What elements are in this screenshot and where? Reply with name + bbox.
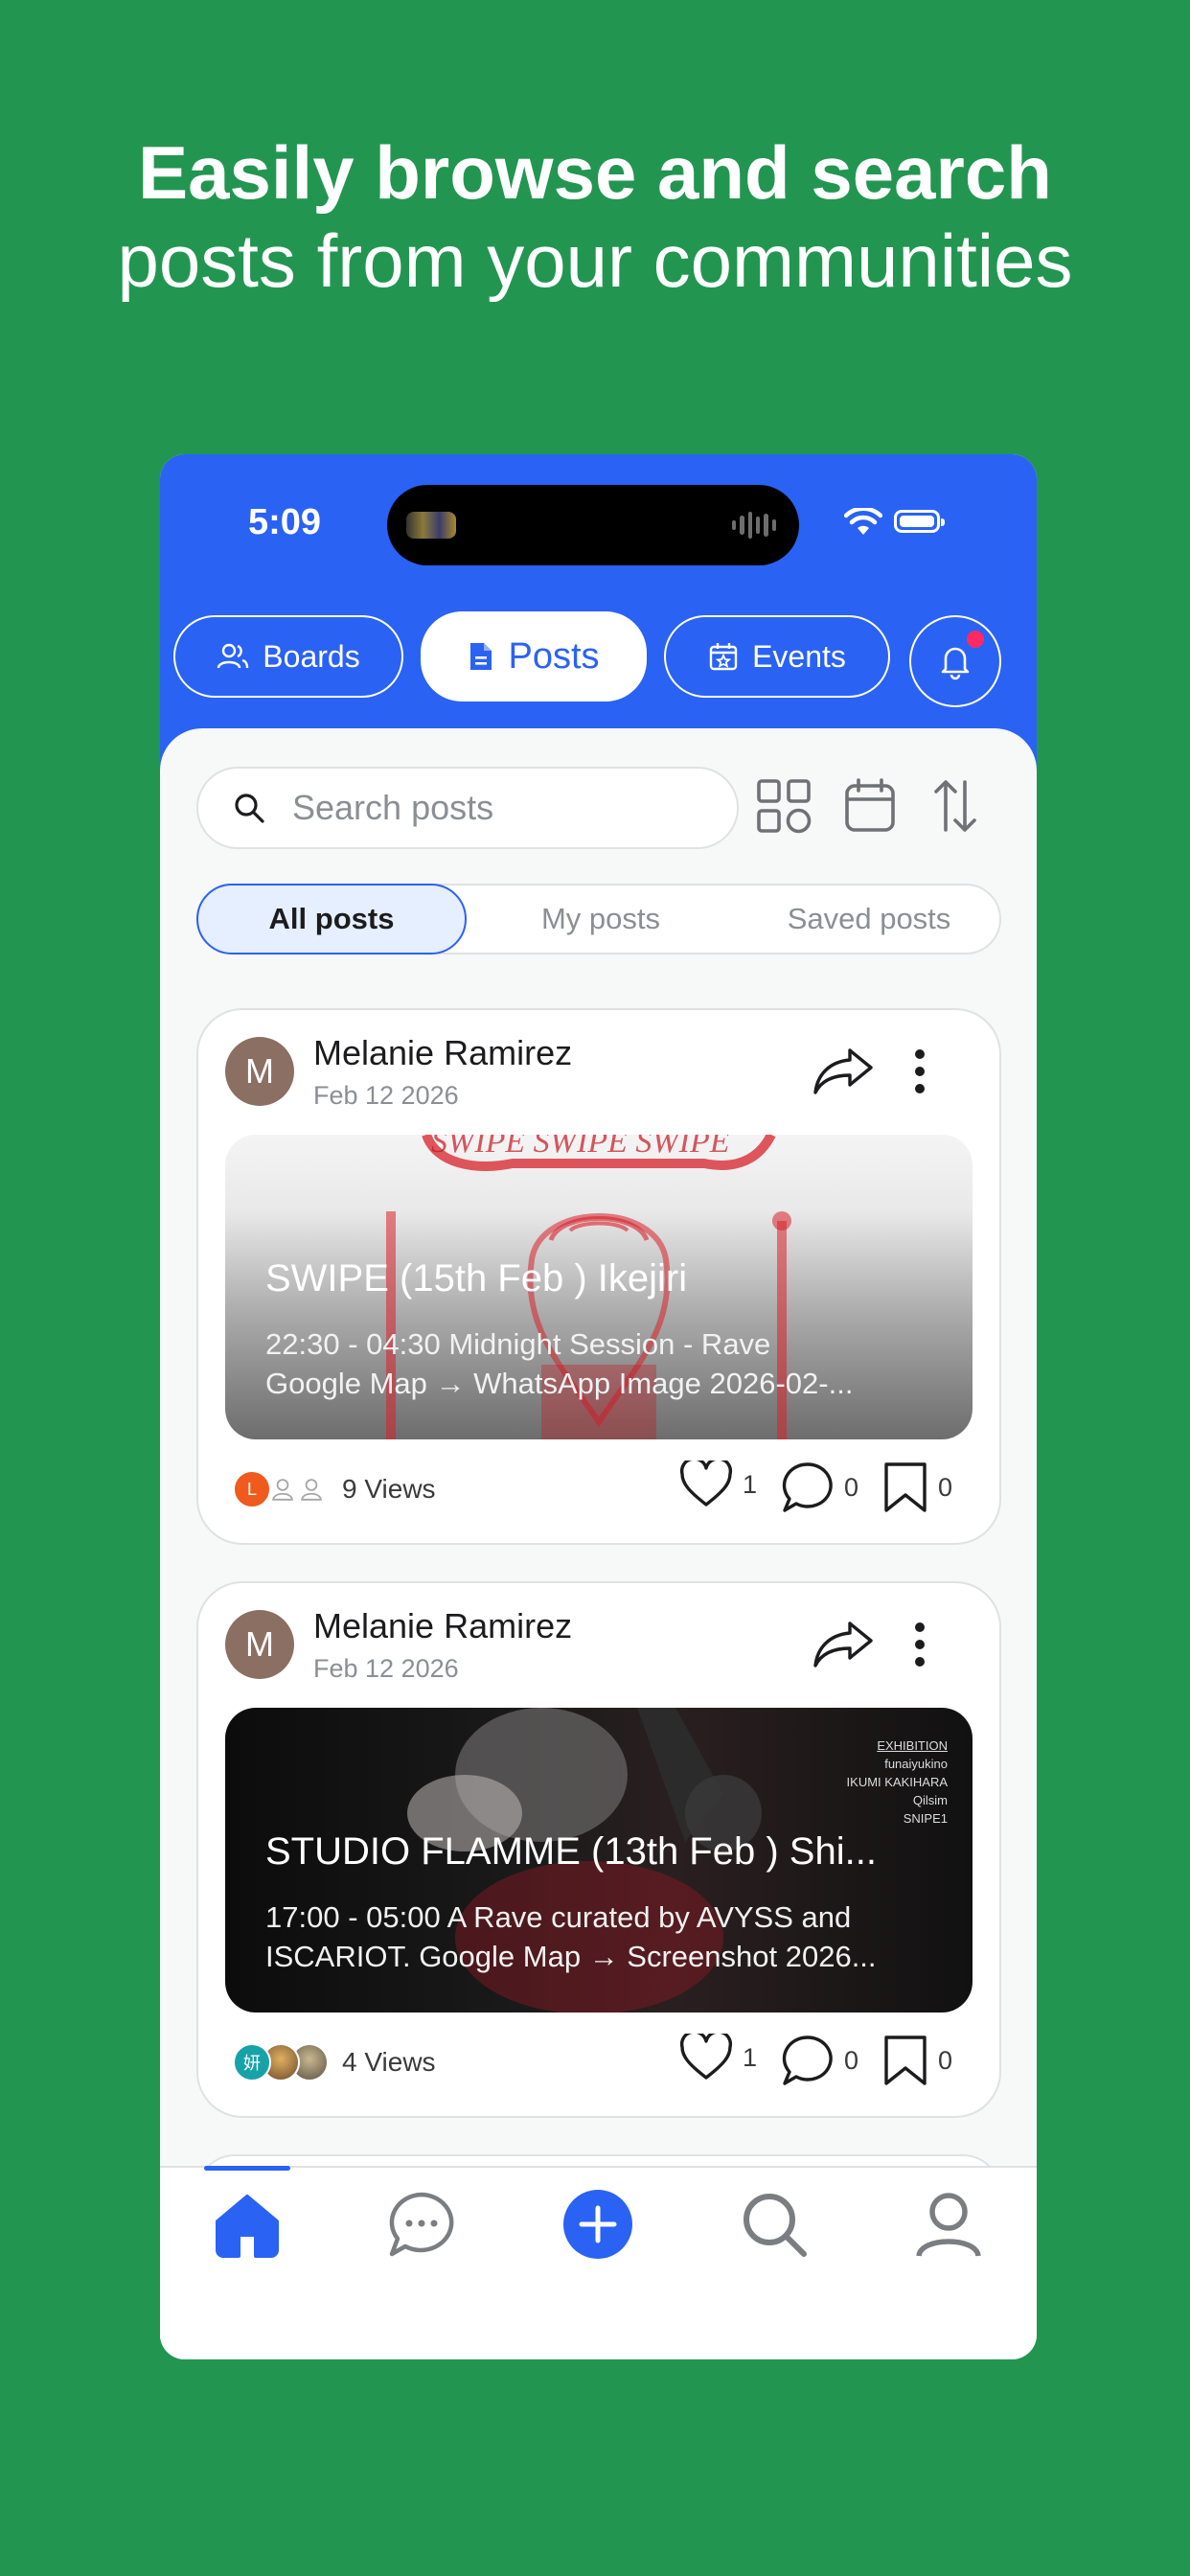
post-description-line-2: ISCARIOT. Google Map → Screenshot 2026..… bbox=[265, 1940, 877, 1973]
viewer-avatars[interactable]: L bbox=[233, 1470, 338, 1508]
post-description-line-1: 22:30 - 04:30 Midnight Session - Rave bbox=[265, 1327, 771, 1361]
filter-saved-posts[interactable]: Saved posts bbox=[735, 886, 1003, 953]
calendar-star-icon bbox=[709, 643, 738, 671]
battery-icon bbox=[894, 510, 945, 533]
tab-boards-label: Boards bbox=[263, 638, 360, 674]
sort-icon[interactable] bbox=[932, 778, 978, 834]
headline-line-2: posts from your communities bbox=[117, 218, 1073, 303]
tab-posts-label: Posts bbox=[508, 635, 600, 677]
document-icon bbox=[470, 643, 492, 670]
like-count: 1 bbox=[743, 2042, 758, 2072]
post-card[interactable]: M Melanie Ramirez Feb 12 2026 SWIPE SWIP… bbox=[196, 1008, 1001, 1545]
comment-icon bbox=[782, 1462, 833, 1512]
status-time: 5:09 bbox=[248, 502, 322, 542]
save-count: 0 bbox=[938, 2045, 953, 2075]
calendar-icon[interactable] bbox=[844, 778, 896, 834]
wifi-icon bbox=[844, 508, 882, 535]
view-count: 9 Views bbox=[342, 1474, 436, 1504]
post-description-line-1: 17:00 - 05:00 A Rave curated by AVYSS an… bbox=[265, 1900, 852, 1934]
search-icon bbox=[235, 794, 264, 823]
save-button[interactable]: 0 bbox=[882, 1460, 952, 1514]
save-button[interactable]: 0 bbox=[882, 2034, 952, 2087]
avatar[interactable]: M bbox=[225, 1610, 294, 1679]
active-tab-indicator bbox=[204, 2166, 290, 2171]
bell-icon bbox=[941, 647, 970, 680]
post-author[interactable]: Melanie Ramirez bbox=[313, 1033, 572, 1073]
bookmark-icon bbox=[884, 1462, 927, 1512]
filter-all-posts[interactable]: All posts bbox=[196, 884, 467, 954]
tab-events[interactable]: Events bbox=[664, 615, 890, 698]
post-title: STUDIO FLAMME (13th Feb ) Shi... bbox=[265, 1830, 877, 1873]
post-description: 17:00 - 05:00 A Rave curated by AVYSS an… bbox=[265, 1898, 936, 1976]
svg-text:SWIPE SWIPE SWIPE: SWIPE SWIPE SWIPE bbox=[431, 1135, 730, 1160]
post-cover-image[interactable]: SWIPE SWIPE SWIPE SWIPE (15th Feb ) Ikej… bbox=[225, 1135, 973, 1439]
poster-line: EXHIBITION bbox=[877, 1738, 948, 1753]
tab-posts[interactable]: Posts bbox=[421, 611, 647, 702]
heart-icon bbox=[679, 1460, 733, 1506]
plus-circle-icon[interactable] bbox=[562, 2189, 633, 2260]
more-options-icon[interactable] bbox=[913, 1048, 927, 1094]
comment-button[interactable]: 0 bbox=[781, 2034, 858, 2087]
comment-button[interactable]: 0 bbox=[781, 1460, 858, 1514]
filter-my-posts[interactable]: My posts bbox=[467, 886, 735, 953]
bookmark-icon bbox=[884, 2036, 927, 2085]
notifications-button[interactable] bbox=[909, 615, 1001, 707]
headline-line-1: Easily browse and search bbox=[138, 130, 1052, 215]
viewer-avatars[interactable]: 妍 bbox=[233, 2043, 338, 2082]
more-options-icon[interactable] bbox=[913, 1622, 927, 1668]
view-count: 4 Views bbox=[342, 2047, 436, 2077]
app-header: 5:09 Boards Posts Events bbox=[160, 454, 1037, 770]
post-cover-image[interactable]: EXHIBITION funaiyukino IKUMI KAKIHARA Qi… bbox=[225, 1708, 973, 2012]
like-button[interactable]: 1 bbox=[679, 1460, 757, 1508]
poster-lettering: EXHIBITION funaiyukino IKUMI KAKIHARA Qi… bbox=[847, 1736, 948, 1828]
tab-events-label: Events bbox=[752, 638, 846, 674]
like-count: 1 bbox=[743, 1469, 758, 1499]
marketing-headline: Easily browse and search posts from your… bbox=[0, 128, 1190, 305]
post-filter-segmented: All posts My posts Saved posts bbox=[196, 884, 1001, 954]
heart-icon bbox=[679, 2034, 733, 2080]
poster-line: SNIPE1 bbox=[903, 1811, 948, 1826]
share-icon[interactable] bbox=[812, 1046, 875, 1096]
post-description-line-2: Google Map → WhatsApp Image 2026-02-... bbox=[265, 1367, 854, 1400]
avatar[interactable]: M bbox=[225, 1037, 294, 1106]
poster-line: Qilsim bbox=[912, 1793, 948, 1807]
post-date: Feb 12 2026 bbox=[313, 1654, 459, 1683]
unread-dot bbox=[967, 631, 984, 648]
phone-screen: 5:09 Boards Posts Events Search posts Al… bbox=[160, 454, 1037, 2359]
posts-content: Search posts All posts My posts Saved po… bbox=[160, 728, 1037, 2359]
search-placeholder: Search posts bbox=[292, 788, 494, 827]
post-card[interactable]: M Melanie Ramirez Feb 12 2026 EXHIBITION bbox=[196, 1581, 1001, 2118]
comment-count: 0 bbox=[844, 2045, 859, 2075]
search-input[interactable]: Search posts bbox=[196, 767, 739, 849]
dynamic-island bbox=[387, 485, 799, 565]
chat-bubble-icon[interactable] bbox=[386, 2189, 457, 2260]
post-date: Feb 12 2026 bbox=[313, 1081, 459, 1110]
search-icon[interactable] bbox=[739, 2189, 810, 2260]
home-icon[interactable] bbox=[212, 2189, 283, 2260]
post-footer: 妍 4 Views 1 0 0 bbox=[225, 2034, 973, 2091]
post-title: SWIPE (15th Feb ) Ikejiri bbox=[265, 1257, 688, 1300]
comment-count: 0 bbox=[844, 1472, 859, 1502]
viewer-avatar: L bbox=[233, 1470, 271, 1508]
post-description: 22:30 - 04:30 Midnight Session - Rave Go… bbox=[265, 1324, 936, 1403]
person-icon[interactable] bbox=[913, 2189, 984, 2260]
like-button[interactable]: 1 bbox=[679, 2034, 757, 2082]
bottom-nav bbox=[160, 2166, 1037, 2359]
grid-view-icon[interactable] bbox=[756, 778, 812, 834]
audio-wave-icon bbox=[732, 510, 776, 540]
poster-line: funaiyukino bbox=[884, 1757, 948, 1771]
people-icon bbox=[217, 643, 249, 669]
post-author[interactable]: Melanie Ramirez bbox=[313, 1606, 572, 1646]
tab-boards[interactable]: Boards bbox=[173, 615, 403, 698]
share-icon[interactable] bbox=[812, 1620, 875, 1669]
viewer-avatar: 妍 bbox=[233, 2043, 271, 2082]
post-footer: L 9 Views 1 0 0 bbox=[225, 1460, 973, 1518]
comment-icon bbox=[782, 2036, 833, 2085]
save-count: 0 bbox=[938, 1472, 953, 1502]
now-playing-thumbnail bbox=[406, 512, 456, 539]
poster-line: IKUMI KAKIHARA bbox=[846, 1775, 948, 1789]
